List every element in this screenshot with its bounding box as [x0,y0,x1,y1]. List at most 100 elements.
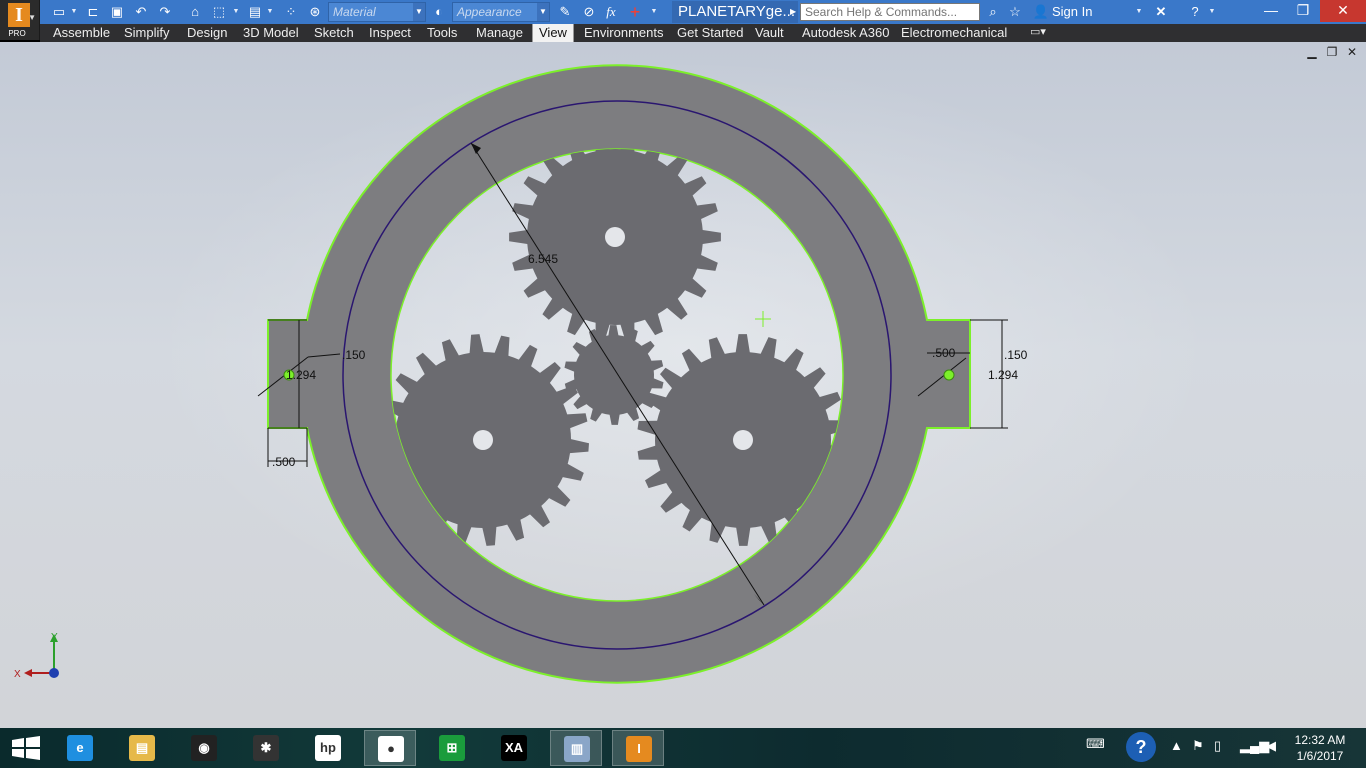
taskbar-app-chrome[interactable]: ● [364,730,416,766]
file-explorer-icon: ▤ [129,735,155,761]
new-file-icon[interactable]: ▭ [50,3,68,21]
tab-environments[interactable]: Environments [578,24,669,42]
clear-appearance-icon[interactable]: ⊘ [580,3,598,21]
tab-electromechanical[interactable]: Electromechanical [895,24,1013,42]
tab-vault[interactable]: Vault [749,24,790,42]
save-icon[interactable]: ▣ [108,3,126,21]
action-center-flag-icon[interactable]: ⚑ [1192,738,1204,754]
taskbar-app-hp[interactable]: hp [302,730,354,766]
binoculars-icon[interactable]: ⌕ [984,3,1002,21]
right-offset-value: .150 [1004,348,1028,362]
restore-window-icon[interactable]: ❐ [1288,0,1318,22]
sign-in-link[interactable]: Sign In [1052,0,1092,24]
home-icon[interactable]: ⌂ [186,3,204,21]
taskbar-app-file-explorer[interactable]: ▤ [116,730,168,766]
tab-manage[interactable]: Manage [470,24,529,42]
edition-label: PRO [8,29,26,38]
planet-gear-top-bore [605,227,625,247]
document-title: PLANETARYge... [672,1,798,23]
title-bar: I PRO ▼ ▭ ▼ ⊏ ▣ ↶ ↷ ⌂ ⬚ ▼ ▤ ▼ ⁘ ⊛ Materi… [0,0,1366,40]
favorites-star-icon[interactable]: ☆ [1006,3,1024,21]
tab-assemble[interactable]: Assemble [47,24,116,42]
minimize-window-icon[interactable]: — [1256,0,1286,22]
show-hidden-icons-icon[interactable]: ▲ [1170,738,1183,753]
material-select-value: Material [333,5,376,19]
tab-design[interactable]: Design [181,24,233,42]
taskbar-clock[interactable]: 12:32 AM 1/6/2017 [1290,732,1350,764]
close-window-icon[interactable]: ✕ [1320,0,1366,22]
y-axis-label: Y [51,632,58,643]
right-width-value: .500 [932,346,956,360]
chevron-down-icon[interactable]: ▼ [266,3,274,21]
redo-icon[interactable]: ↷ [156,3,174,21]
chrome-icon: ● [378,736,404,762]
chevron-down-icon[interactable]: ▼ [537,3,549,21]
ipart-icon[interactable]: ⁘ [282,3,300,21]
sketch-canvas[interactable]: 6.545 1.294 .150 .500 .500 .150 1.294 Y … [0,42,1366,728]
chevron-down-icon[interactable]: ▼ [413,3,425,21]
color-wheel-icon[interactable]: ⊛ [306,3,324,21]
start-button[interactable] [0,728,52,768]
parameters-icon[interactable]: fx [602,3,620,21]
ribbon-display-toggle-icon[interactable]: ▭▾ [1024,24,1052,42]
taskbar-app-store[interactable]: ⊞ [426,730,478,766]
ribbon-tabs: Assemble Simplify Design 3D Model Sketch… [40,24,1366,42]
diameter-value: 6.545 [528,252,558,266]
tab-tools[interactable]: Tools [421,24,463,42]
internet-explorer-icon: e [67,735,93,761]
chevron-down-icon[interactable]: ▼ [1135,3,1143,21]
chevron-down-icon[interactable]: ▼ [70,3,78,21]
taskbar-app-app-monitor[interactable]: ▥ [550,730,602,766]
taskbar-app-webcam[interactable]: ◉ [178,730,230,766]
planet-gear-right-bore [733,430,753,450]
select-icon[interactable]: ⬚ [210,3,228,21]
help-tray-icon[interactable]: ? [1126,732,1156,762]
exchange-apps-icon[interactable]: ✕ [1152,3,1170,21]
battery-icon[interactable]: ▯ [1214,738,1221,754]
hp-icon: hp [315,735,341,761]
tab-sketch[interactable]: Sketch [308,24,360,42]
app-puzzle-icon: ✱ [253,735,279,761]
keyboard-icon[interactable]: ⌨ [1086,736,1105,752]
tab-get-started[interactable]: Get Started [671,24,749,42]
open-file-icon[interactable]: ⊏ [84,3,102,21]
tab-3d-model[interactable]: 3D Model [237,24,305,42]
tab-inspect[interactable]: Inspect [363,24,417,42]
chevron-down-icon[interactable]: ▼ [1208,3,1216,21]
left-offset-value: .150 [342,348,366,362]
taskbar-app-app-puzzle[interactable]: ✱ [240,730,292,766]
undo-icon[interactable]: ↶ [132,3,150,21]
tab-autodesk-a360[interactable]: Autodesk A360 [796,24,895,42]
application-menu-button[interactable]: I PRO ▼ [0,0,40,40]
right-sketch-point[interactable] [943,369,955,381]
material-select[interactable]: Material ▼ [328,2,426,22]
adjust-appearance-icon[interactable]: ✎ [556,3,574,21]
left-width-value: .500 [272,455,296,469]
search-input[interactable] [800,3,980,21]
chevron-right-icon[interactable]: ▶ [790,1,796,23]
taskbar-app-app-xa[interactable]: XA [488,730,540,766]
taskbar-app-internet-explorer[interactable]: e [54,730,106,766]
tab-simplify[interactable]: Simplify [118,24,176,42]
update-icon[interactable]: ▤ [246,3,264,21]
help-icon[interactable]: ? [1186,3,1204,21]
user-icon: 👤 [1032,4,1050,19]
volume-icon[interactable]: ◀ [1266,738,1276,754]
measure-icon[interactable]: + [626,3,644,21]
chevron-down-icon[interactable]: ▼ [232,3,240,21]
tab-view[interactable]: View [532,24,574,42]
right-height-value: 1.294 [988,368,1018,382]
left-height-value: 1.294 [286,368,316,382]
app-monitor-icon: ▥ [564,736,590,762]
inventor-logo-icon: I [8,3,30,27]
app-xa-icon: XA [501,735,527,761]
network-signal-icon[interactable]: ▂▄▆ [1240,738,1269,754]
appearance-select[interactable]: Appearance ▼ [452,2,550,22]
windows-logo-icon [12,736,40,760]
qat-customize-icon[interactable]: ▼ [650,3,658,21]
graphics-viewport[interactable]: ▁ ❐ ✕ 6.545 1.294 .150 .500 .500 .150 1.… [0,42,1366,728]
chevron-down-icon[interactable]: ▼ [28,13,36,22]
planet-gear-left-bore [473,430,493,450]
x-axis-label: X [14,669,21,680]
taskbar-app-inventor[interactable]: I [612,730,664,766]
